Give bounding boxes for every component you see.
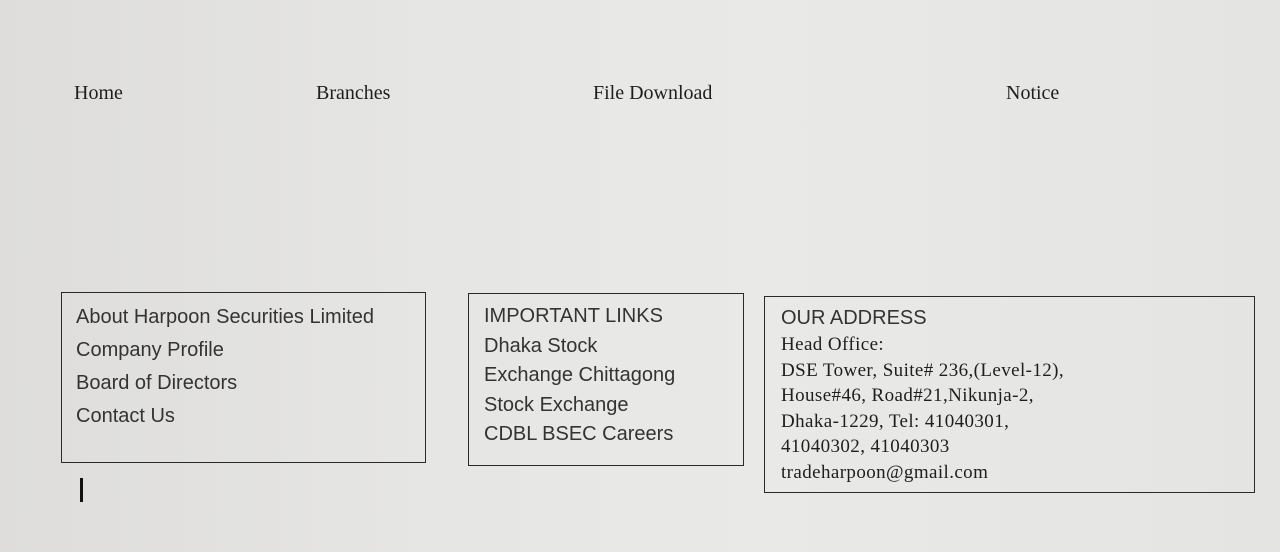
company-profile-link[interactable]: Company Profile <box>76 334 411 367</box>
about-links-box: About Harpoon Securities Limited Company… <box>61 292 426 463</box>
contact-us-link[interactable]: Contact Us <box>76 400 411 433</box>
email-address: tradeharpoon@gmail.com <box>781 461 989 483</box>
important-link-line[interactable]: Exchange Chittagong <box>484 361 728 391</box>
address-box: OUR ADDRESS Head Office: DSE Tower, Suit… <box>764 296 1255 493</box>
address-line: DSE Tower, Suite# 236,(Level-12), <box>781 359 1065 381</box>
address-line: Head Office: <box>781 334 885 355</box>
address-line: Dhaka-1229, Tel: 41040301, <box>781 410 1010 432</box>
board-of-directors-link[interactable]: Board of Directors <box>76 367 411 400</box>
about-harpoon-link[interactable]: About Harpoon Securities Limited <box>76 301 411 334</box>
address-line: House#46, Road#21,Nikunja-2, <box>781 385 1034 406</box>
nav-notice-link[interactable]: Notice <box>1006 82 1059 105</box>
important-links-heading: IMPORTANT LINKS <box>484 305 663 327</box>
important-link-line[interactable]: Stock Exchange <box>484 391 728 421</box>
nav-home-link[interactable]: Home <box>74 82 123 105</box>
address-heading: OUR ADDRESS <box>781 307 927 329</box>
address-line: 41040302, 41040303 <box>781 436 950 457</box>
important-link-line[interactable]: CDBL BSEC Careers <box>484 420 728 450</box>
important-link-line[interactable]: Dhaka Stock <box>484 332 728 362</box>
nav-branches-link[interactable]: Branches <box>316 82 390 105</box>
nav-file-download-link[interactable]: File Download <box>593 82 712 105</box>
important-links-box: IMPORTANT LINKS Dhaka Stock Exchange Chi… <box>468 293 744 466</box>
text-cursor <box>80 478 83 502</box>
page: Home Branches File Download Notice About… <box>0 0 1280 552</box>
